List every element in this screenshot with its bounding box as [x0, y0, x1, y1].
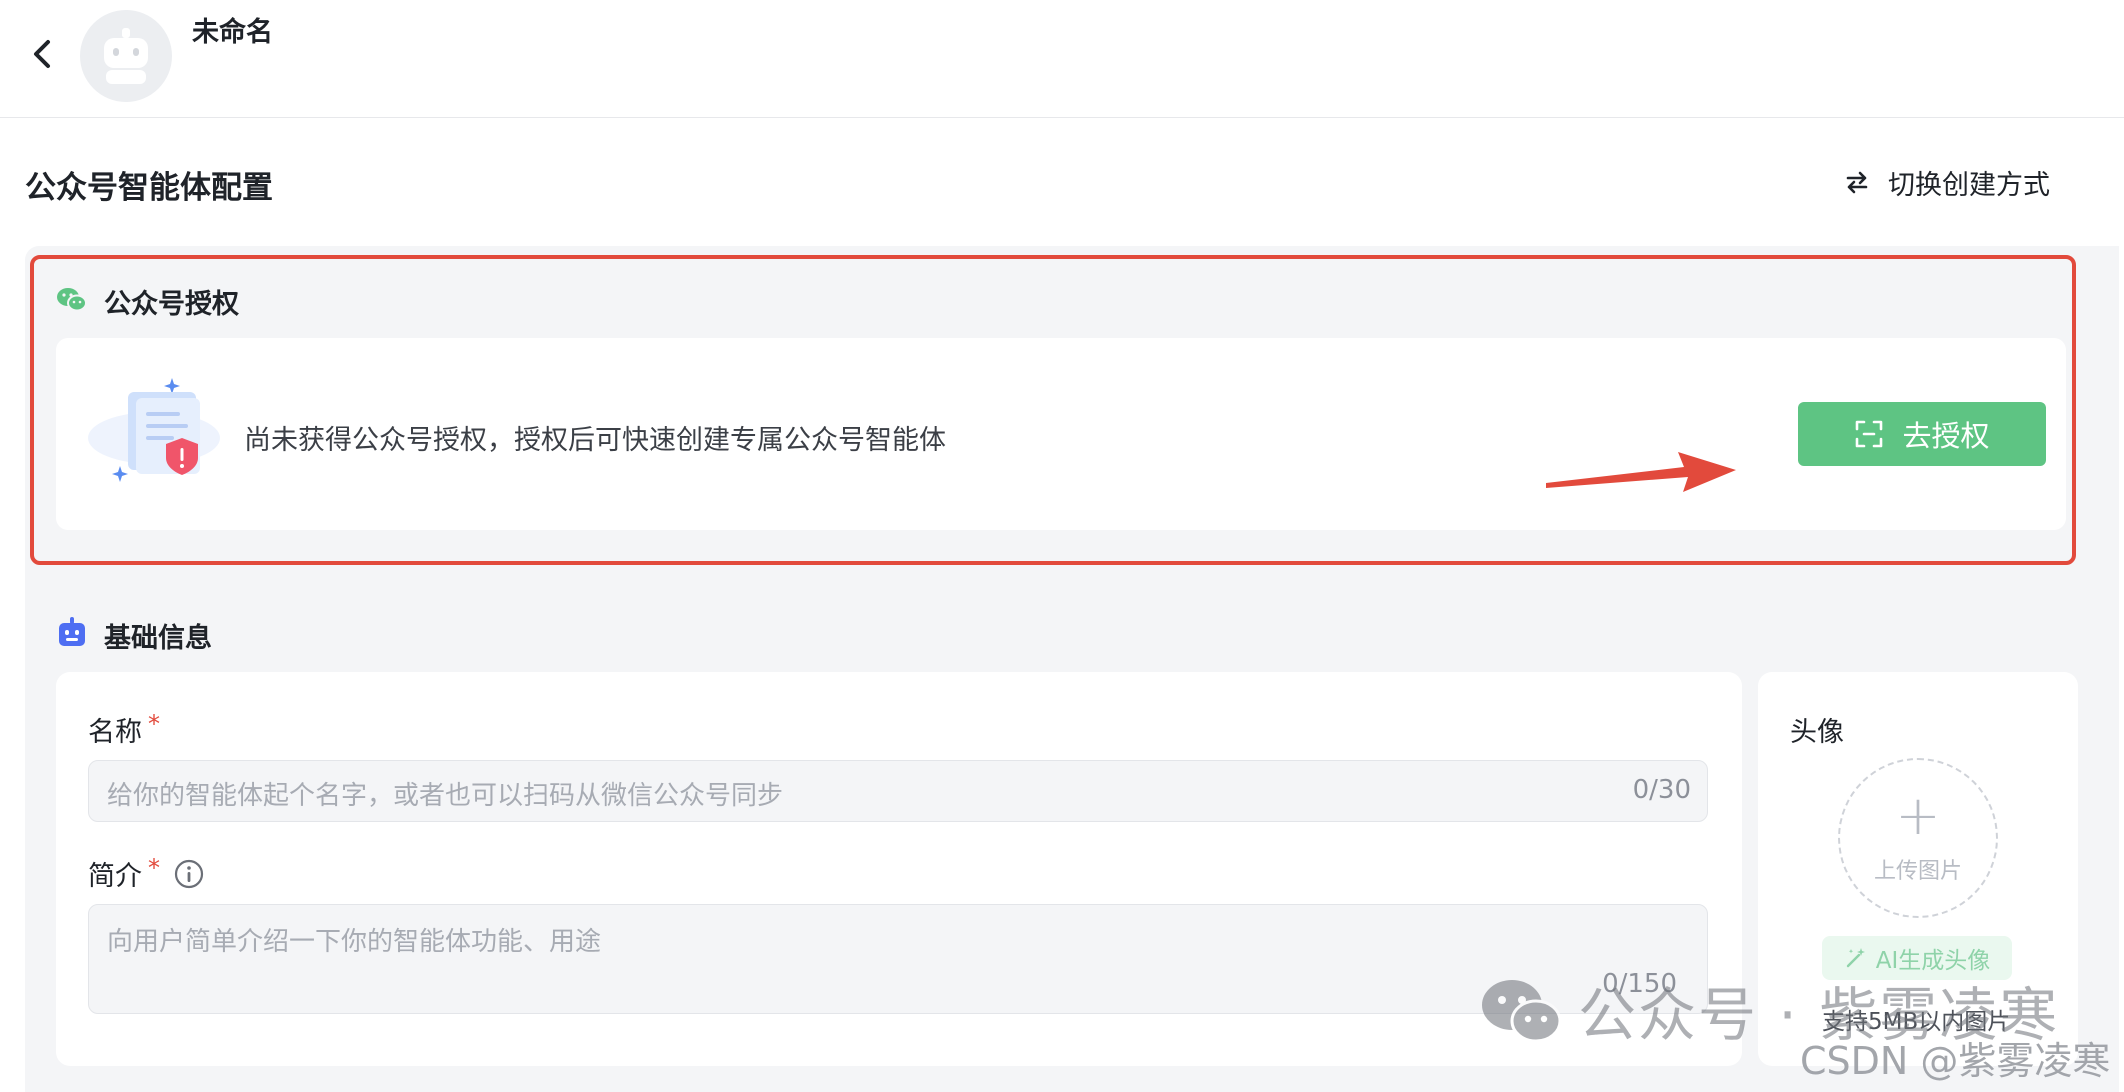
switch-creation-mode-label: 切换创建方式	[1888, 169, 2050, 201]
top-header	[0, 0, 2124, 118]
authorize-button[interactable]: 去授权	[1798, 402, 2046, 466]
chevron-left-icon	[34, 40, 50, 68]
intro-placeholder: 向用户简单介绍一下你的智能体功能、用途	[107, 927, 602, 957]
back-button[interactable]	[22, 34, 62, 74]
agent-name-title: 未命名	[192, 17, 273, 48]
watermark-csdn: CSDN @紫雾凌寒	[1800, 1039, 2111, 1083]
document-shield-illustration	[84, 368, 232, 488]
name-field-label: 名称 *	[88, 710, 160, 749]
upload-image-button[interactable]: + 上传图片	[1838, 758, 1998, 918]
wechat-watermark-icon	[1482, 980, 1562, 1043]
required-mark: *	[148, 710, 160, 738]
name-placeholder: 给你的智能体起个名字，或者也可以扫码从微信公众号同步	[107, 781, 784, 811]
bot-icon	[58, 617, 86, 647]
basic-info-title: 基础信息	[104, 623, 212, 654]
red-arrow-annotation	[1542, 450, 1738, 506]
switch-arrows-icon	[1846, 171, 1868, 194]
info-icon[interactable]	[174, 859, 204, 889]
upload-image-label: 上传图片	[1873, 859, 1962, 884]
magic-wand-icon	[1846, 948, 1865, 968]
switch-creation-mode-button[interactable]: 切换创建方式	[1844, 162, 2050, 202]
name-label: 名称	[88, 717, 142, 748]
auth-message: 尚未获得公众号授权，授权后可快速创建专属公众号智能体	[244, 425, 946, 456]
avatar-label: 头像	[1790, 717, 1844, 748]
auth-section-title: 公众号授权	[104, 289, 239, 320]
robot-icon	[104, 28, 148, 84]
authorize-button-label: 去授权	[1902, 421, 1990, 453]
scan-icon	[1856, 420, 1883, 448]
plus-icon: +	[1895, 784, 1941, 847]
intro-label: 简介	[88, 861, 142, 892]
intro-textarea[interactable]: 向用户简单介绍一下你的智能体功能、用途 0/150	[88, 904, 1708, 1014]
agent-avatar[interactable]	[80, 10, 172, 102]
page-title: 公众号智能体配置	[25, 170, 273, 206]
name-char-counter: 0/30	[1632, 775, 1691, 805]
name-input[interactable]: 给你的智能体起个名字，或者也可以扫码从微信公众号同步 0/30	[88, 760, 1708, 822]
required-mark: *	[148, 854, 160, 882]
intro-field-label: 简介 *	[88, 854, 204, 893]
wechat-icon	[56, 284, 88, 316]
